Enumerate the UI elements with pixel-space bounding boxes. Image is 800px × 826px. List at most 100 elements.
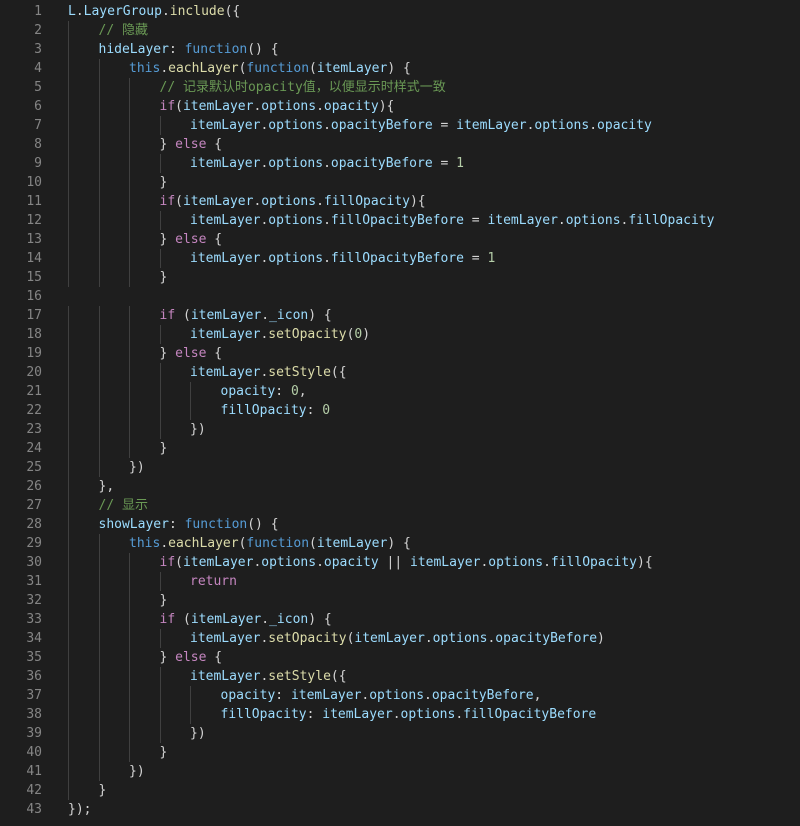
indent-guide [190,382,191,401]
line-number: 11 [26,194,42,209]
code-line[interactable]: 5 // 记录默认时opacity值，以便显示时样式一致 [0,78,800,97]
code-line[interactable]: 10} [0,173,800,192]
code-token: = [432,118,457,133]
code-line[interactable]: 30 if(itemLayer.options.opacity || itemLa… [0,553,800,572]
code-line[interactable]: 18 itemLayer.setOpacity(0) [0,325,800,344]
code-line[interactable]: 33 if (itemLayer._icon) { [0,610,800,629]
code-line[interactable]: 29 this.eachLayer(function(itemLayer) { [0,534,800,553]
code-text: if(itemLayer.options.fillOpacity){ [160,192,426,211]
indent-guide [68,724,69,743]
code-editor[interactable]: 1 L.LayerGroup.include({2// 隐藏 3 hideLayer:… [0,0,800,826]
code-token: . [424,631,433,646]
code-token: fillOpacity [220,403,307,418]
code-line[interactable]: 39}) [0,724,800,743]
code-line[interactable]: 21 opacity: 0, [0,382,800,401]
line-number: 41 [26,764,42,779]
indent-guide [68,572,69,591]
code-line[interactable]: 27 // 显示 [0,496,800,515]
line-number: 15 [26,270,42,285]
code-text: itemLayer.options.opacityBefore = itemLa… [190,116,652,135]
code-line[interactable]: 6 if(itemLayer.options.opacity){ [0,97,800,116]
indent-guide [129,268,130,287]
line-number: 36 [26,669,42,684]
code-line[interactable]: 37 opacity: itemLayer.options.opacityBefo… [0,686,800,705]
indent-guide [129,116,130,135]
code-token: { [206,650,223,665]
code-line[interactable]: 35} else { [0,648,800,667]
code-line[interactable]: 22 fillOpacity: 0 [0,401,800,420]
code-token: function [246,536,310,551]
code-text: itemLayer.setOpacity(0) [190,325,370,344]
code-line[interactable]: 9 itemLayer.options.opacityBefore = 1 [0,154,800,173]
code-text: }) [129,762,145,781]
indent-guide [98,667,100,686]
code-token: ( [175,99,183,114]
code-line[interactable]: 20 itemLayer.setStyle({ [0,363,800,382]
code-token: . [323,118,331,133]
indent-guide [129,420,130,439]
code-token: this [129,61,161,76]
code-token: fillOpacityBefore [330,213,464,228]
code-token: options [400,707,456,722]
code-text: itemLayer.setOpacity(itemLayer.options.o… [190,629,605,648]
code-line[interactable]: 19} else { [0,344,800,363]
code-token: { [206,232,223,247]
code-line[interactable]: 7 itemLayer.options.opacityBefore = itemL… [0,116,800,135]
indent-guide [98,116,100,135]
code-line[interactable]: 23}) [0,420,800,439]
code-line[interactable]: 42} [0,781,800,800]
code-token: else [175,346,207,361]
code-token: ({ [330,365,347,380]
code-line[interactable]: 36 itemLayer.setStyle({ [0,667,800,686]
indent-guide [190,705,191,724]
code-text: } [160,591,168,610]
code-token: : [306,707,323,722]
code-line[interactable]: 2 // 隐藏 [0,21,800,40]
code-line[interactable]: 43}); [0,800,800,819]
code-token: } [159,270,168,285]
code-line[interactable]: 14 itemLayer.options.fillOpacityBefore = … [0,249,800,268]
code-line[interactable]: 3 hideLayer: function() { [0,40,800,59]
code-token: else [175,650,207,665]
code-text: // 显示 [99,496,148,515]
code-line[interactable]: 26}, [0,477,800,496]
code-line[interactable]: 4 this.eachLayer(function(itemLayer) { [0,59,800,78]
code-token: itemLayer [182,194,254,209]
code-line[interactable]: 25}) [0,458,800,477]
code-line[interactable]: 15} [0,268,800,287]
code-token: options [268,156,324,171]
code-token: setStyle [268,669,331,684]
indent-guide [98,211,100,230]
code-line[interactable]: 11 if(itemLayer.options.fillOpacity){ [0,192,800,211]
code-token: include [169,4,225,19]
indent-guide [129,667,130,686]
indent-guide [68,363,69,382]
indent-guide [68,629,69,648]
code-line[interactable]: 31 return [0,572,800,591]
code-line[interactable]: 40} [0,743,800,762]
code-line[interactable]: 12 itemLayer.options.fillOpacityBefore = … [0,211,800,230]
code-line[interactable]: 24} [0,439,800,458]
code-line[interactable]: 16 [0,287,800,306]
code-token: fillOpacity [323,194,410,209]
code-line[interactable]: 32} [0,591,800,610]
indent-guide [68,477,69,496]
code-line[interactable]: 41}) [0,762,800,781]
code-line[interactable]: 13} else { [0,230,800,249]
code-text: itemLayer.setStyle({ [190,667,347,686]
code-line[interactable]: 8} else { [0,135,800,154]
indent-guide [129,344,130,363]
line-number: 16 [26,289,42,304]
code-token: } [159,232,176,247]
code-line[interactable]: 38 fillOpacity: itemLayer.options.fillOpa… [0,705,800,724]
code-token: 1 [487,251,496,266]
indent-guide [68,78,69,97]
code-line[interactable]: 17 if (itemLayer._icon) { [0,306,800,325]
code-token: ( [309,536,317,551]
code-line[interactable]: 34 itemLayer.setOpacity(itemLayer.options… [0,629,800,648]
code-line[interactable]: 1 L.LayerGroup.include({ [0,2,800,21]
code-token: ) { [308,612,332,627]
code-text: } [99,781,107,800]
line-number: 39 [26,726,42,741]
code-line[interactable]: 28 showLayer: function() { [0,515,800,534]
